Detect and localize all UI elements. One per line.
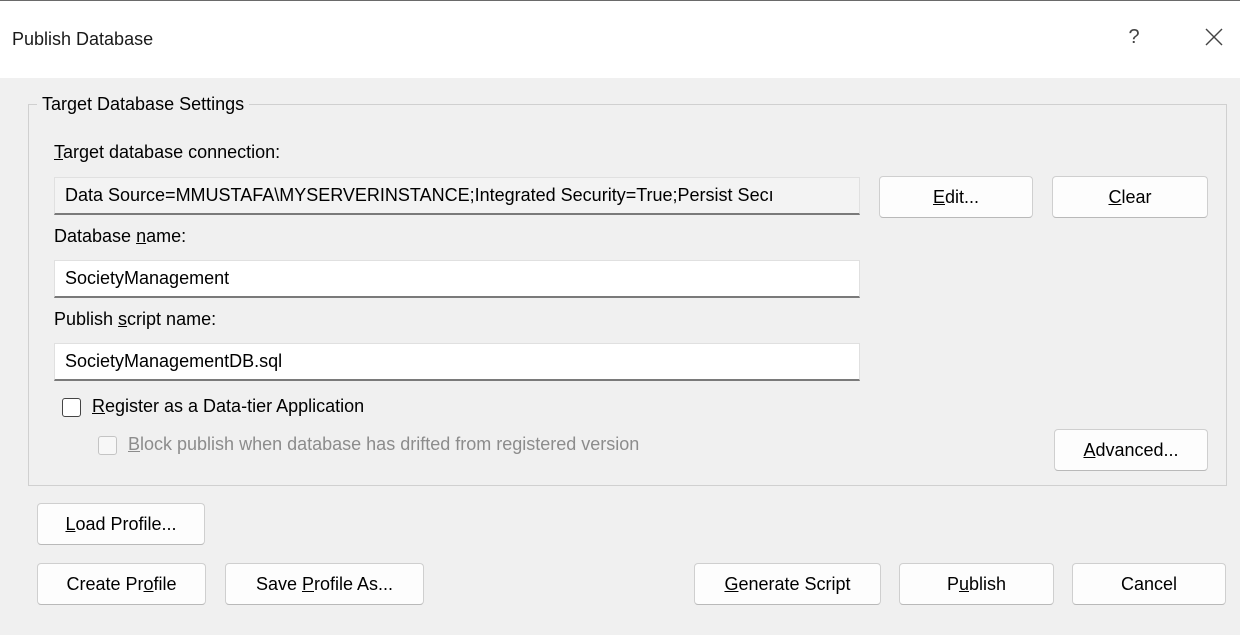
close-button[interactable]	[1194, 19, 1234, 55]
close-icon	[1205, 28, 1223, 46]
connection-string-field[interactable]: Data Source=MMUSTAFA\MYSERVERINSTANCE;In…	[54, 177, 860, 215]
database-name-input[interactable]: SocietyManagement	[54, 260, 860, 298]
script-name-label: Publish script name:	[54, 309, 217, 329]
window-title: Publish Database	[12, 29, 154, 49]
group-legend: Target Database Settings	[37, 94, 250, 115]
help-icon: ?	[1128, 25, 1140, 48]
help-button[interactable]: ?	[1114, 19, 1154, 55]
edit-button[interactable]: Edit...	[879, 176, 1033, 218]
block-publish-label: Block publish when database has drifted …	[128, 434, 640, 454]
create-profile-button[interactable]: Create Profile	[37, 563, 206, 605]
database-name-label: Database name:	[54, 226, 187, 246]
load-profile-button[interactable]: Load Profile...	[37, 503, 205, 545]
cancel-button[interactable]: Cancel	[1072, 563, 1226, 605]
register-checkbox-label[interactable]: Register as a Data-tier Application	[92, 396, 364, 417]
clear-button[interactable]: Clear	[1052, 176, 1208, 218]
advanced-button[interactable]: Advanced...	[1054, 429, 1208, 471]
publish-button[interactable]: Publish	[899, 563, 1054, 605]
save-profile-as-button[interactable]: Save Profile As...	[225, 563, 424, 605]
title-bar: Publish Database ?	[0, 0, 1240, 78]
register-checkbox[interactable]	[62, 398, 81, 417]
block-publish-checkbox[interactable]	[98, 436, 117, 455]
script-name-input[interactable]: SocietyManagementDB.sql	[54, 343, 860, 381]
generate-script-button[interactable]: Generate Script	[694, 563, 881, 605]
connection-label: Target database connection:	[54, 142, 281, 162]
